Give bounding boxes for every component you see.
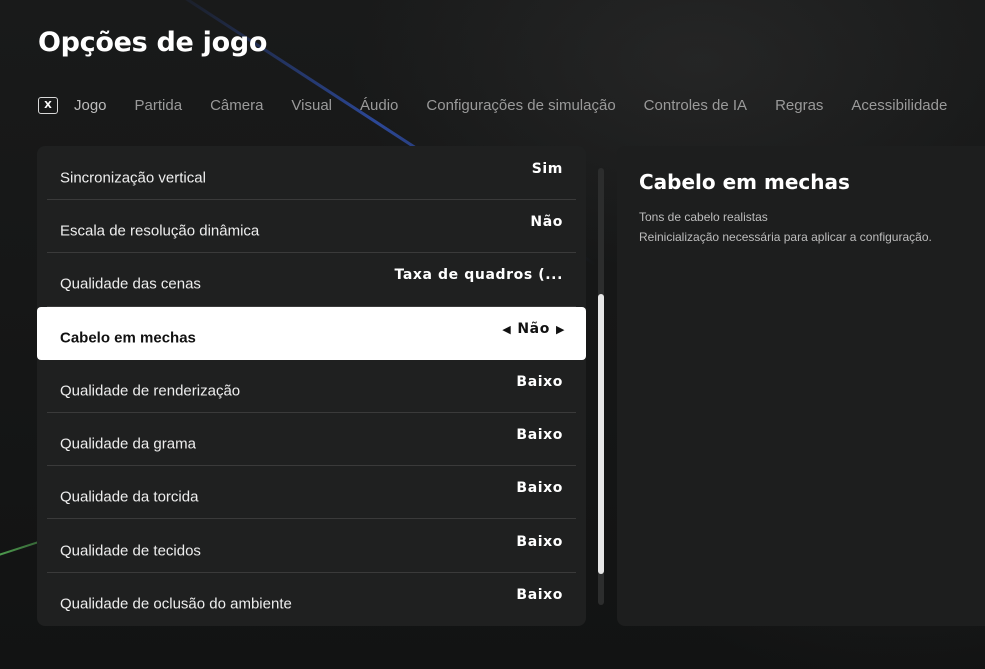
- setting-value: Não: [517, 321, 550, 338]
- setting-row-crowd-quality[interactable]: Qualidade da torcida Baixo: [47, 466, 576, 520]
- setting-value: Não: [530, 214, 563, 231]
- setting-detail-panel: Cabelo em mechas Tons de cabelo realista…: [617, 146, 985, 626]
- tab-controles-ia[interactable]: Controles de IA: [644, 97, 747, 114]
- scrollbar-thumb[interactable]: [598, 294, 604, 574]
- tab-camera[interactable]: Câmera: [210, 97, 263, 114]
- detail-title: Cabelo em mechas: [639, 170, 850, 194]
- tab-prev-key-hint[interactable]: X: [38, 96, 58, 114]
- setting-row-vsync[interactable]: Sincronização vertical Sim: [47, 146, 576, 200]
- setting-value: Baixo: [516, 373, 563, 390]
- setting-label: Qualidade de renderização: [60, 382, 241, 400]
- setting-label: Escala de resolução dinâmica: [60, 222, 260, 240]
- tab-visual[interactable]: Visual: [291, 97, 332, 114]
- detail-description-line: Tons de cabelo realistas: [639, 210, 768, 224]
- setting-value: Baixo: [516, 533, 563, 550]
- tab-bar: X Jogo Partida Câmera Visual Áudio Confi…: [38, 94, 947, 116]
- settings-list-panel: Sincronização vertical Sim Escala de res…: [37, 146, 586, 626]
- setting-value: Taxa de quadros (...: [394, 267, 563, 284]
- setting-value: Sim: [531, 160, 563, 177]
- page-title: Opções de jogo: [38, 27, 268, 58]
- setting-value-selector: ◀ Não ▶: [502, 321, 565, 337]
- settings-scrollbar[interactable]: [598, 168, 604, 605]
- setting-label: Qualidade de oclusão do ambiente: [60, 595, 292, 613]
- setting-label: Qualidade da grama: [60, 435, 196, 453]
- settings-list: Sincronização vertical Sim Escala de res…: [37, 146, 586, 626]
- setting-label: Qualidade da torcida: [60, 488, 199, 506]
- tab-jogo[interactable]: Jogo: [74, 97, 107, 114]
- tab-audio[interactable]: Áudio: [360, 97, 398, 114]
- setting-row-dynamic-resolution[interactable]: Escala de resolução dinâmica Não: [47, 200, 576, 254]
- arrow-right-icon[interactable]: ▶: [556, 323, 565, 336]
- tab-acessibilidade[interactable]: Acessibilidade: [851, 97, 947, 114]
- setting-row-render-quality[interactable]: Qualidade de renderização Baixo: [47, 360, 576, 413]
- setting-row-scene-quality[interactable]: Qualidade das cenas Taxa de quadros (...: [47, 253, 576, 307]
- setting-value: Baixo: [516, 587, 563, 604]
- setting-value: Baixo: [516, 480, 563, 497]
- setting-row-cloth-quality[interactable]: Qualidade de tecidos Baixo: [47, 519, 576, 573]
- setting-label: Cabelo em mechas: [60, 329, 196, 347]
- detail-description: Tons de cabelo realistas Reinicialização…: [639, 207, 932, 247]
- setting-label: Qualidade das cenas: [60, 275, 201, 293]
- setting-row-grass-quality[interactable]: Qualidade da grama Baixo: [47, 413, 576, 467]
- setting-row-strand-hair[interactable]: Cabelo em mechas ◀ Não ▶: [37, 306, 586, 360]
- setting-label: Qualidade de tecidos: [60, 542, 201, 560]
- arrow-left-icon[interactable]: ◀: [502, 323, 511, 336]
- setting-value: Baixo: [516, 427, 563, 444]
- tab-partida[interactable]: Partida: [135, 97, 183, 114]
- detail-description-line: Reinicialização necessária para aplicar …: [639, 230, 932, 244]
- tab-regras[interactable]: Regras: [775, 97, 823, 114]
- setting-label: Sincronização vertical: [60, 169, 206, 186]
- tab-configuracoes-simulacao[interactable]: Configurações de simulação: [426, 97, 615, 114]
- setting-row-ambient-occlusion[interactable]: Qualidade de oclusão do ambiente Baixo: [47, 573, 576, 626]
